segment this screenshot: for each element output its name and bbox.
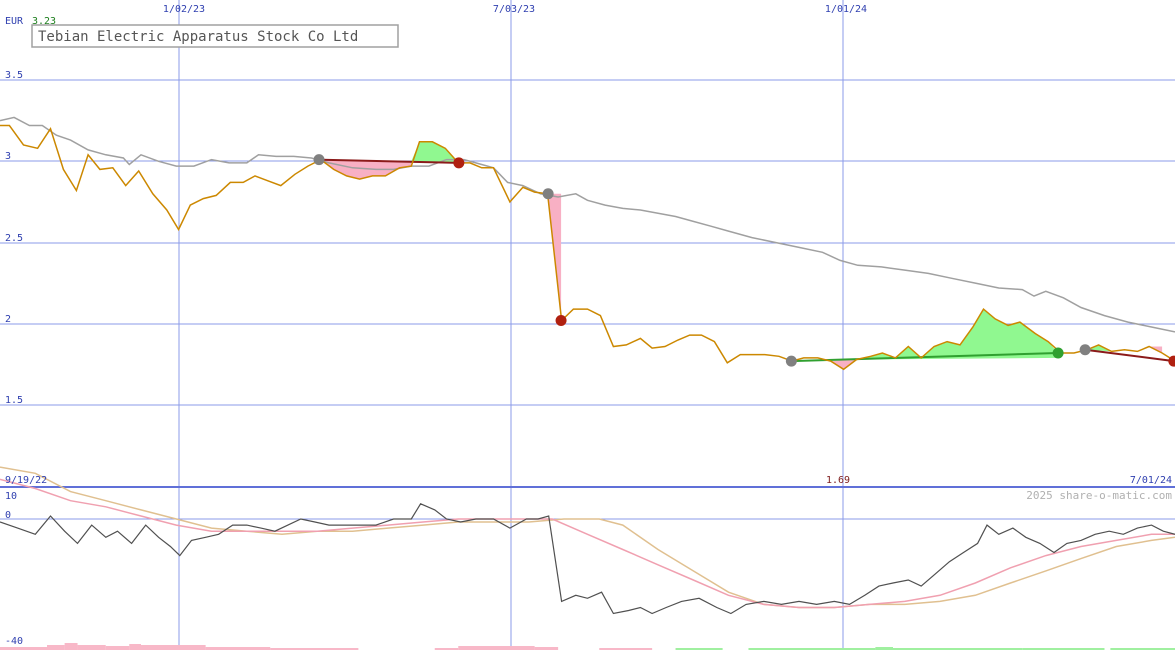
- volume-bar: [64, 643, 78, 650]
- oscillator-pink-line: [0, 478, 1175, 609]
- gray-trade-marker: [785, 355, 797, 367]
- volume-bar: [77, 645, 106, 650]
- x-tick-label: 1/02/23: [163, 4, 205, 15]
- osc-tick-label: -40: [5, 636, 23, 647]
- trade-markers: [313, 154, 1175, 367]
- gain-area: [856, 309, 1059, 360]
- watermark: 2025 share-o-matic.com: [1026, 489, 1172, 502]
- end-date-label: 7/01/24: [1130, 475, 1172, 486]
- trade-lines: [316, 158, 1174, 363]
- y-tick-label: 1.5: [5, 395, 23, 406]
- y-tick-label: 3: [5, 151, 11, 162]
- red-trade-marker: [555, 315, 567, 326]
- volume-bar: [47, 645, 65, 650]
- volume-bar: [105, 646, 130, 650]
- red-trade-marker: [453, 157, 465, 169]
- x-tick-label: 7/03/23: [493, 4, 535, 15]
- x-tick-label: 1/01/24: [825, 4, 867, 15]
- stock-chart: Tebian Electric Apparatus Stock Co Ltd E…: [0, 0, 1175, 650]
- volume-bars: [0, 643, 1175, 650]
- volume-bar: [458, 646, 535, 650]
- osc-tick-label: 0: [5, 510, 11, 521]
- oscillator-tan-line: [0, 466, 1175, 609]
- mid-value-label: 1.69: [826, 475, 850, 486]
- currency-label: EUR: [5, 16, 24, 27]
- green-trade-marker: [1052, 347, 1064, 359]
- gray-trade-marker: [542, 188, 554, 200]
- oscillator-dark-line: [0, 503, 1175, 615]
- gray-trade-marker: [313, 154, 325, 166]
- trade-fills: [319, 141, 1163, 370]
- start-date-label: 9/19/22: [5, 475, 47, 486]
- gray-trade-marker: [1079, 344, 1091, 356]
- y-tick-label: 2: [5, 314, 11, 325]
- osc-tick-label: 10: [5, 491, 17, 502]
- volume-bar: [129, 644, 141, 650]
- y-tick-label: 3.5: [5, 70, 23, 81]
- current-value: 3.23: [32, 16, 56, 27]
- stock-title: Tebian Electric Apparatus Stock Co Ltd: [38, 29, 358, 45]
- y-tick-label: 2.5: [5, 233, 23, 244]
- volume-bar: [141, 645, 206, 650]
